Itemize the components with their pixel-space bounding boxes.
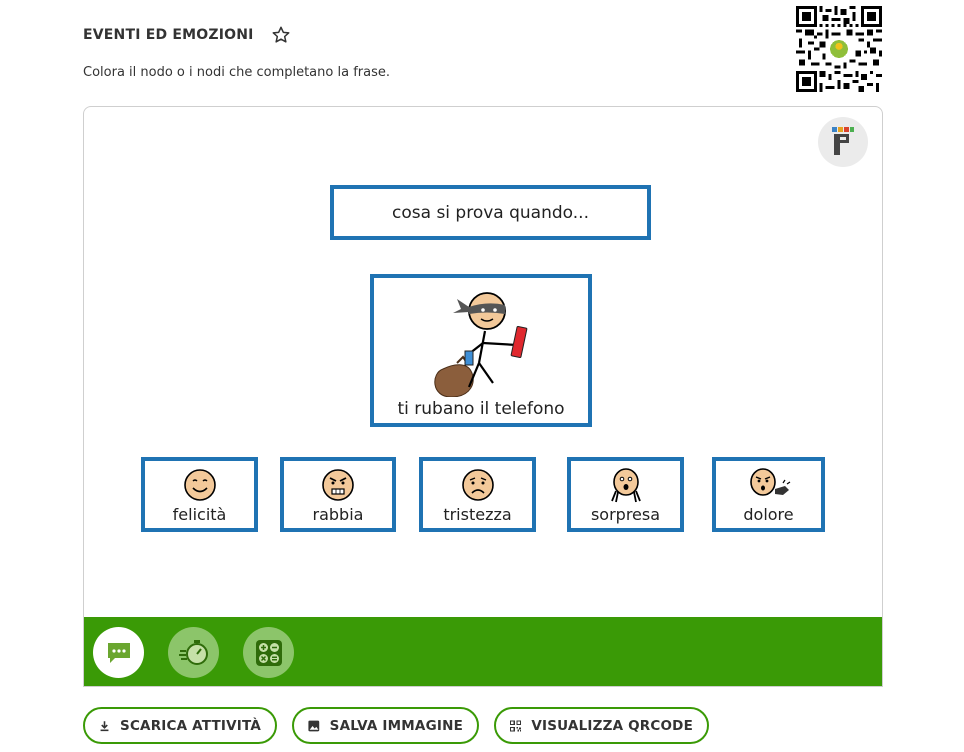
emotion-node-dolore[interactable]: dolore bbox=[712, 457, 825, 532]
calculator-icon bbox=[255, 639, 282, 666]
title-row: EVENTI ED EMOZIONI bbox=[83, 22, 292, 48]
emotion-label: rabbia bbox=[312, 505, 364, 524]
activity-toolbar bbox=[84, 617, 882, 686]
download-activity-label: SCARICA ATTIVITÀ bbox=[120, 717, 261, 734]
timer-button[interactable] bbox=[168, 627, 219, 678]
event-node[interactable]: ti rubano il telefono bbox=[370, 274, 592, 427]
star-outline-icon bbox=[272, 26, 290, 43]
emotion-label: dolore bbox=[743, 505, 794, 524]
surprised-face-pictogram bbox=[610, 468, 641, 503]
action-buttons: SCARICA ATTIVITÀ SALVA IMMAGINE VISUALIZ… bbox=[83, 707, 724, 744]
download-activity-button[interactable]: SCARICA ATTIVITÀ bbox=[83, 707, 277, 744]
emotion-node-felicita[interactable]: felicità bbox=[141, 457, 258, 532]
emotion-node-rabbia[interactable]: rabbia bbox=[280, 457, 396, 532]
qr-code-image bbox=[796, 6, 882, 92]
save-image-label: SALVA IMMAGINE bbox=[329, 717, 463, 734]
brand-logo-button[interactable] bbox=[818, 117, 868, 167]
sad-face-pictogram bbox=[461, 469, 494, 501]
save-image-button[interactable]: SALVA IMMAGINE bbox=[292, 707, 479, 744]
question-label: cosa si prova quando... bbox=[392, 202, 589, 223]
activity-board: cosa si prova quando... ti rubano il tel… bbox=[83, 106, 883, 687]
show-qrcode-button[interactable]: VISUALIZZA QRCODE bbox=[494, 707, 709, 744]
calculator-button[interactable] bbox=[243, 627, 294, 678]
emotion-label: felicità bbox=[172, 505, 227, 524]
angry-face-pictogram bbox=[322, 469, 354, 501]
image-icon bbox=[308, 720, 320, 731]
brand-logo-icon bbox=[832, 127, 854, 155]
comments-icon bbox=[107, 642, 130, 663]
emotion-node-tristezza[interactable]: tristezza bbox=[419, 457, 536, 532]
show-qrcode-label: VISUALIZZA QRCODE bbox=[531, 717, 693, 734]
page-title: EVENTI ED EMOZIONI bbox=[83, 27, 254, 43]
thief-stealing-phone-pictogram bbox=[434, 292, 528, 397]
emotion-label: tristezza bbox=[443, 505, 512, 524]
download-icon bbox=[100, 720, 109, 731]
happy-face-pictogram bbox=[183, 469, 216, 501]
qr-code-icon bbox=[510, 719, 522, 732]
instructions-text: Colora il nodo o i nodi che completano l… bbox=[83, 65, 390, 80]
comments-button[interactable] bbox=[93, 627, 144, 678]
favorite-button[interactable] bbox=[270, 24, 292, 46]
emotion-node-sorpresa[interactable]: sorpresa bbox=[567, 457, 684, 532]
timer-icon bbox=[178, 639, 208, 665]
event-label: ti rubano il telefono bbox=[397, 399, 565, 419]
emotion-label: sorpresa bbox=[590, 505, 661, 524]
question-node[interactable]: cosa si prova quando... bbox=[330, 185, 651, 240]
pain-face-pictogram bbox=[749, 468, 790, 496]
